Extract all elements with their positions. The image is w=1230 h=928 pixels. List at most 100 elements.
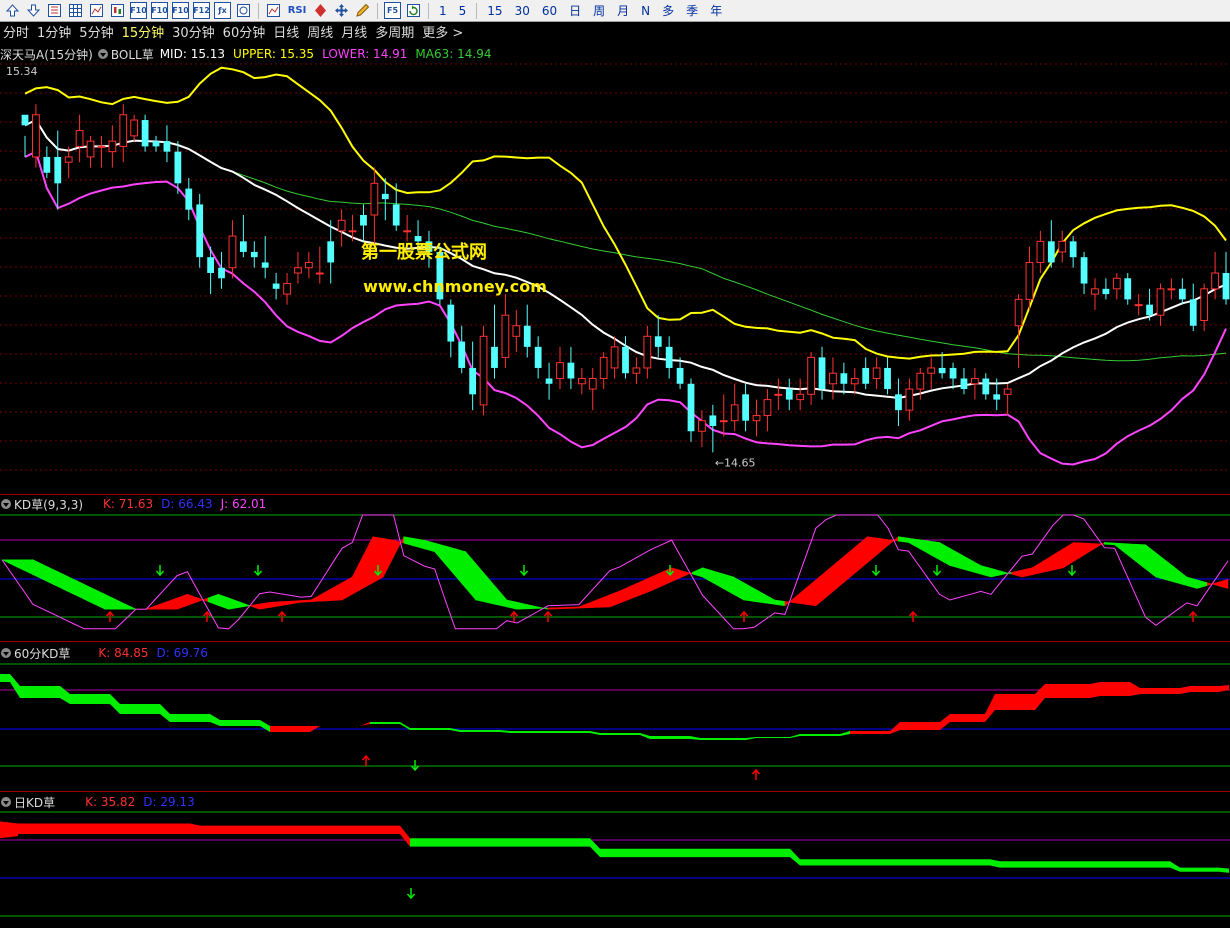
period-tab-2[interactable]: 5分钟 (76, 23, 118, 44)
kd60-chart[interactable] (0, 642, 1230, 790)
kd-ribbon-segment (856, 536, 868, 572)
toolbar-period-4[interactable]: 60 (536, 1, 563, 21)
f12-icon[interactable]: F12 (193, 2, 210, 19)
candle-body (228, 235, 237, 269)
candle-body (1134, 304, 1143, 307)
fx-formula-icon[interactable]: ƒx (214, 2, 231, 19)
period-tab-5[interactable]: 60分钟 (220, 23, 271, 44)
toolbar-period-9[interactable]: 多 (656, 1, 680, 21)
toolbar-period-3[interactable]: 30 (509, 1, 536, 21)
toolbar-period-1[interactable]: 5 (453, 1, 473, 21)
candle-body (905, 388, 914, 411)
candle-body (163, 141, 171, 152)
kd60-ribbon-segment (170, 714, 220, 726)
kd-ribbon-segment (73, 579, 85, 600)
kdday-chart[interactable] (0, 792, 1230, 928)
kd-ribbon-segment (733, 576, 745, 601)
candle-body (414, 236, 422, 242)
kd60-ribbon-segment (600, 733, 650, 739)
line-chart-icon[interactable] (88, 2, 105, 19)
kd-ribbon-segment (125, 603, 137, 610)
arrow-up-icon[interactable] (4, 2, 21, 19)
kd-ribbon-segment (990, 567, 1002, 578)
period-tab-4[interactable]: 30分钟 (169, 23, 220, 44)
kd-ribbon-segment (599, 594, 611, 608)
grid-icon[interactable] (46, 2, 63, 19)
kd-ribbon-segment (444, 545, 456, 577)
candle-body (730, 404, 739, 422)
kd-ribbon-segment (702, 567, 714, 584)
candle-icon[interactable] (109, 2, 126, 19)
candle-body (1167, 288, 1176, 291)
period-tab-0[interactable]: 分时 (0, 23, 34, 44)
f10-page-icon[interactable]: F10 (172, 2, 189, 19)
f10-alt-icon[interactable]: F10 (151, 2, 168, 19)
line-chart-icon[interactable] (265, 2, 282, 19)
candle-body (829, 372, 837, 385)
period-tab-3[interactable]: 15分钟 (119, 23, 170, 44)
f10-icon[interactable]: F10 (130, 2, 147, 19)
period-tab-8[interactable]: 月线 (338, 23, 372, 44)
kd-ribbon-segment (238, 601, 250, 608)
kd-ribbon-segment (32, 559, 44, 581)
kd-ribbon-segment (691, 567, 703, 578)
toolbar: F10 F10 F10 F12 ƒx RSI F5 1 5 15 30 60 日周月 N 多季年 (0, 0, 1230, 22)
toolbar-period-0[interactable]: 1 (433, 1, 453, 21)
toolbar-period-11[interactable]: 年 (704, 1, 728, 21)
toolbar-period-2[interactable]: 15 (481, 1, 508, 21)
candle-body (491, 346, 498, 368)
table-icon[interactable] (67, 2, 84, 19)
candle-body (392, 204, 400, 226)
candle-body (1200, 288, 1209, 321)
arrow-down-icon[interactable] (25, 2, 42, 19)
candle-body (1080, 257, 1088, 284)
candle-body (86, 140, 95, 158)
kd-ribbon-segment (980, 565, 992, 578)
toolbar-period-7[interactable]: 月 (611, 1, 635, 21)
candle-body (993, 394, 1001, 400)
f5-icon[interactable]: F5 (384, 2, 401, 19)
kd-ribbon-segment (908, 537, 920, 549)
move-icon[interactable] (333, 2, 350, 19)
candle-body (1178, 288, 1186, 300)
toolbar-period-8[interactable]: N (635, 1, 656, 21)
period-tab-10[interactable]: 更多 > (419, 23, 468, 44)
pencil-icon[interactable] (354, 2, 371, 19)
refresh-icon[interactable] (405, 2, 422, 19)
period-tab-1[interactable]: 1分钟 (34, 23, 76, 44)
candle-body (327, 241, 335, 263)
candle-body (119, 114, 128, 147)
diamond-icon[interactable] (312, 2, 329, 19)
candle-body (196, 204, 204, 258)
circle-icon[interactable] (235, 2, 252, 19)
kd60-ribbon-segment (220, 720, 270, 732)
kd-chart[interactable] (0, 495, 1230, 640)
kd-ribbon-segment (341, 576, 353, 601)
kd-ribbon-segment (1165, 560, 1177, 584)
candle-body (938, 367, 946, 374)
toolbar-separator (428, 2, 429, 19)
main-candlestick-chart[interactable]: 15.34 ←14.65 第一股票公式网 www.chnmoney.com (0, 44, 1230, 494)
period-tab-7[interactable]: 周线 (304, 23, 338, 44)
toolbar-period-6[interactable]: 周 (587, 1, 611, 21)
kd-ribbon-segment (970, 559, 982, 575)
low-price-marker: ←14.65 (715, 456, 756, 469)
candle-body (577, 378, 586, 385)
toolbar-separator (258, 2, 259, 19)
kd-ribbon-segment (928, 540, 940, 561)
kd-ribbon-segment (630, 581, 642, 600)
kd-ribbon-segment (794, 587, 806, 605)
period-tab-9[interactable]: 多周期 (372, 23, 419, 44)
kd-ribbon-segment (640, 576, 652, 596)
main-chart-panel: 深天马A (15分钟) BOLL草 MID: 15.13 UPPER: 15.3… (0, 44, 1230, 494)
toolbar-period-5[interactable]: 日 (563, 1, 587, 21)
candle-body (752, 414, 761, 422)
kd-ribbon-segment (506, 599, 518, 610)
kd60-ribbon-segment (800, 731, 850, 736)
rsi-icon[interactable]: RSI (286, 2, 308, 19)
kd-ribbon-segment (743, 582, 755, 602)
period-tab-6[interactable]: 日线 (270, 23, 304, 44)
toolbar-period-10[interactable]: 季 (680, 1, 704, 21)
kd-ribbon-segment (403, 536, 415, 547)
kd-ribbon-segment (63, 574, 75, 595)
